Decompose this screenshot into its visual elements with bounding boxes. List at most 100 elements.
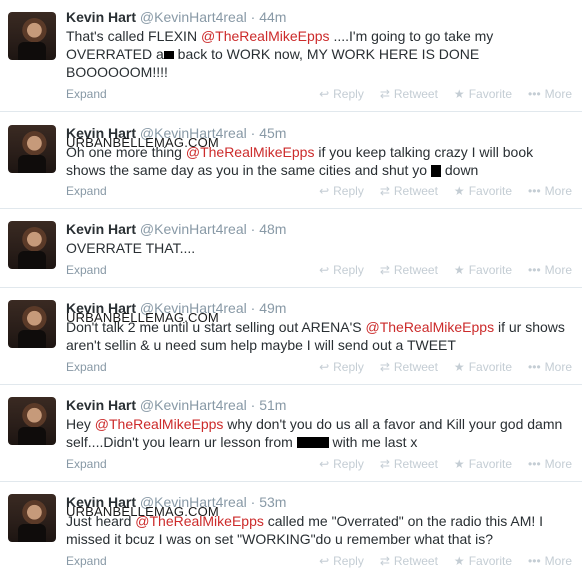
tweet: Kevin Hart @KevinHart4real · 44m That's … [0,0,582,112]
timestamp[interactable]: 45m [259,125,286,141]
reply-arrow-icon: ↩ [319,457,330,471]
retweet-button[interactable]: ⇄ Retweet [380,184,438,198]
tweet-header: Kevin Hart @KevinHart4real · 44m [66,9,286,25]
reply-label: Reply [333,87,364,101]
more-button[interactable]: ••• More [528,184,572,198]
expand-link[interactable]: Expand [66,360,107,374]
text-segment: Oh one more thing [66,144,186,160]
more-button[interactable]: ••• More [528,457,572,471]
retweet-button[interactable]: ⇄ Retweet [380,360,438,374]
reply-button[interactable]: ↩ Reply [319,87,364,101]
star-icon: ★ [453,554,465,568]
reply-button[interactable]: ↩ Reply [319,457,364,471]
favorite-button[interactable]: ★ Favorite [454,184,512,198]
more-button[interactable]: ••• More [528,87,572,101]
tweet-text: Oh one more thing @TheRealMikeEpps if yo… [66,143,572,179]
reply-arrow-icon: ↩ [319,263,330,277]
reply-button[interactable]: ↩ Reply [319,184,364,198]
retweet-label: Retweet [393,360,438,374]
avatar[interactable] [8,12,56,60]
favorite-label: Favorite [468,263,513,277]
retweet-label: Retweet [393,87,438,101]
redaction-box [296,437,329,448]
retweet-arrows-icon: ⇄ [379,87,390,101]
retweet-label: Retweet [393,263,438,277]
timestamp[interactable]: 49m [259,300,286,316]
expand-link[interactable]: Expand [66,87,107,101]
separator: · [250,397,256,413]
star-icon: ★ [453,184,465,198]
text-segment: Just heard [66,513,136,529]
favorite-button[interactable]: ★ Favorite [454,87,512,101]
star-icon: ★ [453,263,465,277]
expand-link[interactable]: Expand [66,184,107,198]
tweet-header: Kevin Hart @KevinHart4real · 48m [66,221,286,237]
more-label: More [544,554,572,568]
star-icon: ★ [453,360,465,374]
tweet-header: Kevin Hart @KevinHart4real · 51m [66,397,286,413]
dots-icon: ••• [528,554,541,568]
avatar[interactable] [8,125,56,173]
dots-icon: ••• [528,263,541,277]
user-name[interactable]: Kevin Hart [66,397,136,413]
tweet-text: That's called FLEXIN @TheRealMikeEpps ..… [66,27,572,81]
text-segment: down [440,162,479,178]
user-name[interactable]: Kevin Hart [66,221,136,237]
expand-link[interactable]: Expand [66,263,107,277]
user-name[interactable]: Kevin Hart [66,9,136,25]
timestamp[interactable]: 51m [259,397,286,413]
reply-label: Reply [333,263,364,277]
tweet-actions: ↩ Reply ⇄ Retweet ★ Favorite ••• More [319,457,572,471]
dots-icon: ••• [528,87,541,101]
retweet-arrows-icon: ⇄ [379,457,390,471]
favorite-label: Favorite [468,87,513,101]
more-button[interactable]: ••• More [528,360,572,374]
more-button[interactable]: ••• More [528,554,572,568]
retweet-label: Retweet [393,457,438,471]
separator: · [250,221,256,237]
favorite-button[interactable]: ★ Favorite [454,360,512,374]
retweet-button[interactable]: ⇄ Retweet [380,457,438,471]
text-segment: Hey [66,416,95,432]
more-label: More [544,263,572,277]
user-handle[interactable]: @KevinHart4real [140,9,247,25]
more-label: More [544,184,572,198]
timestamp[interactable]: 48m [259,221,286,237]
reply-label: Reply [333,360,364,374]
favorite-label: Favorite [468,457,513,471]
favorite-button[interactable]: ★ Favorite [454,263,512,277]
avatar[interactable] [8,494,56,542]
more-label: More [544,360,572,374]
expand-link[interactable]: Expand [66,554,107,568]
retweet-button[interactable]: ⇄ Retweet [380,87,438,101]
user-handle[interactable]: @KevinHart4real [140,221,247,237]
retweet-button[interactable]: ⇄ Retweet [380,263,438,277]
reply-label: Reply [333,554,364,568]
favorite-label: Favorite [468,360,513,374]
mention-link[interactable]: @TheRealMikeEpps [186,144,315,160]
tweet-actions: ↩ Reply ⇄ Retweet ★ Favorite ••• More [319,360,572,374]
mention-link[interactable]: @TheRealMikeEpps [365,319,494,335]
avatar[interactable] [8,300,56,348]
reply-arrow-icon: ↩ [319,360,330,374]
timestamp[interactable]: 53m [259,494,286,510]
timestamp[interactable]: 44m [259,9,286,25]
mention-link[interactable]: @TheRealMikeEpps [95,416,224,432]
star-icon: ★ [453,457,465,471]
favorite-button[interactable]: ★ Favorite [454,457,512,471]
mention-link[interactable]: @TheRealMikeEpps [135,513,264,529]
user-handle[interactable]: @KevinHart4real [140,397,247,413]
reply-button[interactable]: ↩ Reply [319,360,364,374]
tweet-actions: ↩ Reply ⇄ Retweet ★ Favorite ••• More [319,554,572,568]
favorite-button[interactable]: ★ Favorite [454,554,512,568]
reply-button[interactable]: ↩ Reply [319,263,364,277]
expand-link[interactable]: Expand [66,457,107,471]
reply-button[interactable]: ↩ Reply [319,554,364,568]
avatar[interactable] [8,221,56,269]
avatar[interactable] [8,397,56,445]
more-button[interactable]: ••• More [528,263,572,277]
tweet: Kevin Hart @KevinHart4real · 49m URBANBE… [0,288,582,385]
favorite-label: Favorite [468,554,513,568]
mention-link[interactable]: @TheRealMikeEpps [201,28,330,44]
retweet-button[interactable]: ⇄ Retweet [380,554,438,568]
